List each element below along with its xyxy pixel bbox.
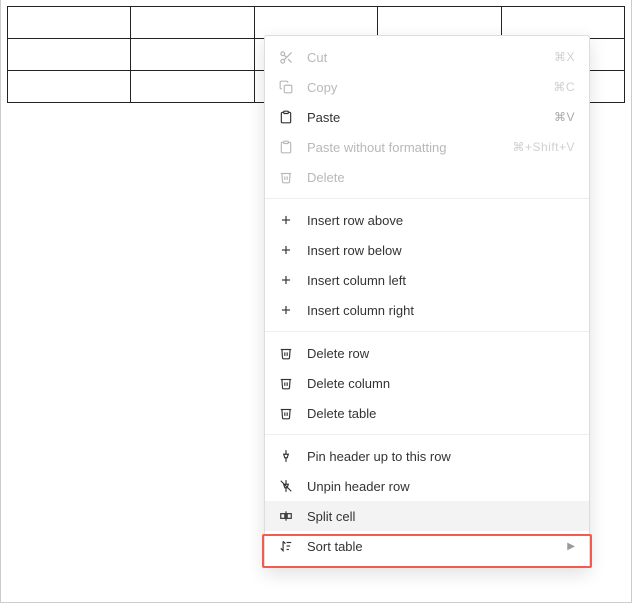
- menu-item-cut[interactable]: Cut ⌘X: [265, 42, 589, 72]
- menu-label: Insert column right: [307, 303, 575, 318]
- menu-item-paste-unformatted[interactable]: Paste without formatting ⌘+Shift+V: [265, 132, 589, 162]
- context-menu: Cut ⌘X Copy ⌘C Paste ⌘V: [264, 35, 590, 568]
- menu-label: Delete: [307, 170, 575, 185]
- menu-label: Split cell: [307, 509, 575, 524]
- menu-item-insert-row-above[interactable]: Insert row above: [265, 205, 589, 235]
- menu-item-insert-row-below[interactable]: Insert row below: [265, 235, 589, 265]
- pin-icon: [277, 447, 295, 465]
- menu-item-sort-table[interactable]: Sort table ▶: [265, 531, 589, 561]
- menu-label: Delete table: [307, 406, 575, 421]
- menu-item-delete[interactable]: Delete: [265, 162, 589, 192]
- menu-item-copy[interactable]: Copy ⌘C: [265, 72, 589, 102]
- menu-item-unpin-header[interactable]: Unpin header row: [265, 471, 589, 501]
- menu-divider: [265, 331, 589, 332]
- trash-icon: [277, 344, 295, 362]
- table-cell[interactable]: [8, 39, 131, 71]
- menu-shortcut: ⌘C: [553, 80, 575, 94]
- menu-shortcut: ⌘V: [554, 110, 575, 124]
- menu-item-insert-col-left[interactable]: Insert column left: [265, 265, 589, 295]
- menu-label: Paste without formatting: [307, 140, 504, 155]
- table-cell[interactable]: [501, 7, 624, 39]
- menu-label: Insert column left: [307, 273, 575, 288]
- menu-shortcut: ⌘+Shift+V: [512, 140, 575, 154]
- trash-icon: [277, 374, 295, 392]
- sort-icon: [277, 537, 295, 555]
- app-frame: Cut ⌘X Copy ⌘C Paste ⌘V: [0, 0, 632, 603]
- copy-icon: [277, 78, 295, 96]
- menu-item-delete-row[interactable]: Delete row: [265, 338, 589, 368]
- menu-shortcut: ⌘X: [554, 50, 575, 64]
- chevron-right-icon: ▶: [567, 541, 575, 552]
- menu-label: Copy: [307, 80, 545, 95]
- menu-label: Pin header up to this row: [307, 449, 575, 464]
- plus-icon: [277, 211, 295, 229]
- table-row[interactable]: [8, 7, 625, 39]
- menu-label: Delete column: [307, 376, 575, 391]
- table-cell[interactable]: [131, 39, 254, 71]
- menu-label: Paste: [307, 110, 546, 125]
- trash-icon: [277, 404, 295, 422]
- table-cell[interactable]: [131, 7, 254, 39]
- menu-label: Insert row above: [307, 213, 575, 228]
- menu-item-delete-col[interactable]: Delete column: [265, 368, 589, 398]
- table-cell[interactable]: [8, 7, 131, 39]
- scissors-icon: [277, 48, 295, 66]
- menu-label: Delete row: [307, 346, 575, 361]
- menu-label: Cut: [307, 50, 546, 65]
- plus-icon: [277, 271, 295, 289]
- table-cell[interactable]: [254, 7, 377, 39]
- paste-icon: [277, 108, 295, 126]
- menu-item-split-cell[interactable]: Split cell: [265, 501, 589, 531]
- menu-divider: [265, 198, 589, 199]
- menu-item-delete-table[interactable]: Delete table: [265, 398, 589, 428]
- paste-plain-icon: [277, 138, 295, 156]
- menu-label: Sort table: [307, 539, 559, 554]
- table-cell[interactable]: [8, 71, 131, 103]
- menu-label: Insert row below: [307, 243, 575, 258]
- unpin-icon: [277, 477, 295, 495]
- table-cell[interactable]: [131, 71, 254, 103]
- menu-divider: [265, 434, 589, 435]
- plus-icon: [277, 241, 295, 259]
- split-cell-icon: [277, 507, 295, 525]
- menu-label: Unpin header row: [307, 479, 575, 494]
- trash-icon: [277, 168, 295, 186]
- table-cell[interactable]: [378, 7, 501, 39]
- menu-item-pin-header[interactable]: Pin header up to this row: [265, 441, 589, 471]
- menu-item-insert-col-right[interactable]: Insert column right: [265, 295, 589, 325]
- plus-icon: [277, 301, 295, 319]
- menu-item-paste[interactable]: Paste ⌘V: [265, 102, 589, 132]
